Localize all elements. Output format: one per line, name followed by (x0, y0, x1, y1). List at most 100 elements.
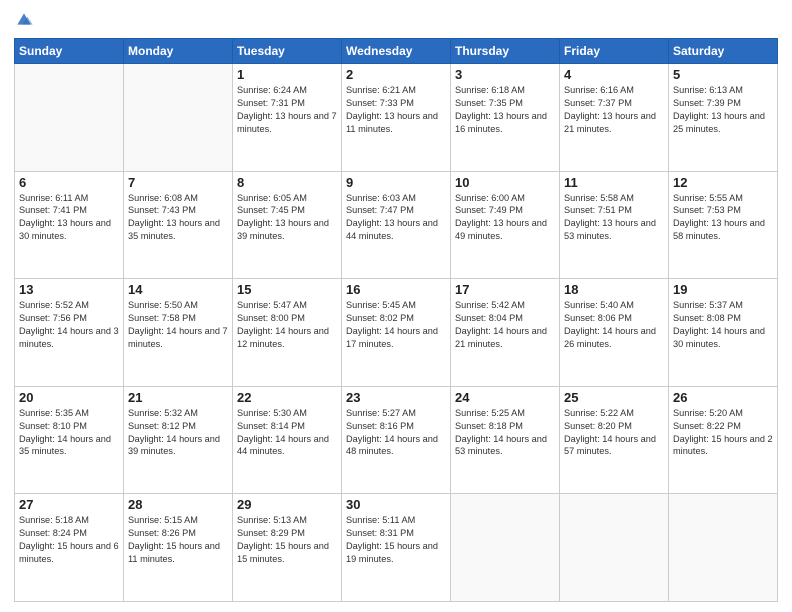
calendar-cell: 30Sunrise: 5:11 AM Sunset: 8:31 PM Dayli… (342, 494, 451, 602)
day-number: 12 (673, 175, 773, 190)
day-number: 16 (346, 282, 446, 297)
weekday-header: Friday (560, 39, 669, 64)
day-info: Sunrise: 6:05 AM Sunset: 7:45 PM Dayligh… (237, 192, 337, 244)
calendar-cell: 5 Sunrise: 6:13 AM Sunset: 7:39 PM Daylig… (669, 64, 778, 172)
calendar-table: SundayMondayTuesdayWednesdayThursdayFrid… (14, 38, 778, 602)
day-number: 24 (455, 390, 555, 405)
weekday-header: Tuesday (233, 39, 342, 64)
calendar-cell (560, 494, 669, 602)
weekday-header: Saturday (669, 39, 778, 64)
day-number: 22 (237, 390, 337, 405)
day-number: 10 (455, 175, 555, 190)
calendar-cell: 12 Sunrise: 5:55 AM Sunset: 7:53 PM Dayli… (669, 171, 778, 279)
calendar-cell: 13 Sunrise: 5:52 AM Sunset: 7:56 PM Dayli… (15, 279, 124, 387)
weekday-header: Monday (124, 39, 233, 64)
calendar-cell (15, 64, 124, 172)
calendar-cell: 3Sunrise: 6:18 AM Sunset: 7:35 PM Daylig… (451, 64, 560, 172)
calendar-cell (124, 64, 233, 172)
day-info: Sunrise: 6:08 AM Sunset: 7:43 PM Dayligh… (128, 192, 228, 244)
calendar-cell: 21 Sunrise: 5:32 AM Sunset: 8:12 PM Dayli… (124, 386, 233, 494)
day-info: Sunrise: 6:18 AM Sunset: 7:35 PM Dayligh… (455, 84, 555, 136)
day-info: Sunrise: 5:55 AM Sunset: 7:53 PM Dayligh… (673, 192, 773, 244)
calendar-week-row: 20Sunrise: 5:35 AM Sunset: 8:10 PM Dayli… (15, 386, 778, 494)
day-info: Sunrise: 5:27 AM Sunset: 8:16 PM Dayligh… (346, 407, 446, 459)
day-number: 15 (237, 282, 337, 297)
calendar-cell: 10Sunrise: 6:00 AM Sunset: 7:49 PM Dayli… (451, 171, 560, 279)
day-number: 26 (673, 390, 773, 405)
day-number: 17 (455, 282, 555, 297)
calendar-cell: 23 Sunrise: 5:27 AM Sunset: 8:16 PM Dayli… (342, 386, 451, 494)
day-info: Sunrise: 5:13 AM Sunset: 8:29 PM Dayligh… (237, 514, 337, 566)
day-number: 1 (237, 67, 337, 82)
day-info: Sunrise: 5:50 AM Sunset: 7:58 PM Dayligh… (128, 299, 228, 351)
day-number: 19 (673, 282, 773, 297)
day-number: 11 (564, 175, 664, 190)
day-info: Sunrise: 5:30 AM Sunset: 8:14 PM Dayligh… (237, 407, 337, 459)
calendar-cell: 6 Sunrise: 6:11 AM Sunset: 7:41 PM Daylig… (15, 171, 124, 279)
calendar-cell: 15 Sunrise: 5:47 AM Sunset: 8:00 PM Dayli… (233, 279, 342, 387)
day-number: 6 (19, 175, 119, 190)
page: SundayMondayTuesdayWednesdayThursdayFrid… (0, 0, 792, 612)
calendar-cell (669, 494, 778, 602)
weekday-header: Wednesday (342, 39, 451, 64)
calendar-cell: 26Sunrise: 5:20 AM Sunset: 8:22 PM Dayli… (669, 386, 778, 494)
day-info: Sunrise: 6:16 AM Sunset: 7:37 PM Dayligh… (564, 84, 664, 136)
calendar-cell: 16 Sunrise: 5:45 AM Sunset: 8:02 PM Dayli… (342, 279, 451, 387)
day-info: Sunrise: 6:11 AM Sunset: 7:41 PM Dayligh… (19, 192, 119, 244)
day-info: Sunrise: 5:15 AM Sunset: 8:26 PM Dayligh… (128, 514, 228, 566)
day-info: Sunrise: 5:18 AM Sunset: 8:24 PM Dayligh… (19, 514, 119, 566)
day-number: 2 (346, 67, 446, 82)
day-number: 21 (128, 390, 228, 405)
calendar-cell: 20Sunrise: 5:35 AM Sunset: 8:10 PM Dayli… (15, 386, 124, 494)
calendar-week-row: 27 Sunrise: 5:18 AM Sunset: 8:24 PM Dayli… (15, 494, 778, 602)
day-number: 4 (564, 67, 664, 82)
calendar-cell: 14 Sunrise: 5:50 AM Sunset: 7:58 PM Dayli… (124, 279, 233, 387)
day-info: Sunrise: 5:25 AM Sunset: 8:18 PM Dayligh… (455, 407, 555, 459)
calendar-cell: 25 Sunrise: 5:22 AM Sunset: 8:20 PM Dayli… (560, 386, 669, 494)
calendar-cell: 18Sunrise: 5:40 AM Sunset: 8:06 PM Dayli… (560, 279, 669, 387)
calendar-cell: 4 Sunrise: 6:16 AM Sunset: 7:37 PM Daylig… (560, 64, 669, 172)
day-number: 23 (346, 390, 446, 405)
calendar-week-row: 13 Sunrise: 5:52 AM Sunset: 7:56 PM Dayli… (15, 279, 778, 387)
logo-icon (14, 10, 34, 30)
day-info: Sunrise: 5:22 AM Sunset: 8:20 PM Dayligh… (564, 407, 664, 459)
day-info: Sunrise: 6:21 AM Sunset: 7:33 PM Dayligh… (346, 84, 446, 136)
day-number: 14 (128, 282, 228, 297)
day-number: 27 (19, 497, 119, 512)
calendar-cell: 24 Sunrise: 5:25 AM Sunset: 8:18 PM Dayli… (451, 386, 560, 494)
weekday-header-row: SundayMondayTuesdayWednesdayThursdayFrid… (15, 39, 778, 64)
day-info: Sunrise: 5:42 AM Sunset: 8:04 PM Dayligh… (455, 299, 555, 351)
day-info: Sunrise: 5:47 AM Sunset: 8:00 PM Dayligh… (237, 299, 337, 351)
calendar-cell: 8 Sunrise: 6:05 AM Sunset: 7:45 PM Daylig… (233, 171, 342, 279)
calendar-cell: 19 Sunrise: 5:37 AM Sunset: 8:08 PM Dayli… (669, 279, 778, 387)
day-number: 28 (128, 497, 228, 512)
day-number: 7 (128, 175, 228, 190)
calendar-cell: 27 Sunrise: 5:18 AM Sunset: 8:24 PM Dayli… (15, 494, 124, 602)
day-number: 25 (564, 390, 664, 405)
calendar-cell: 2 Sunrise: 6:21 AM Sunset: 7:33 PM Daylig… (342, 64, 451, 172)
day-info: Sunrise: 6:24 AM Sunset: 7:31 PM Dayligh… (237, 84, 337, 136)
day-info: Sunrise: 5:52 AM Sunset: 7:56 PM Dayligh… (19, 299, 119, 351)
calendar-cell: 11Sunrise: 5:58 AM Sunset: 7:51 PM Dayli… (560, 171, 669, 279)
day-info: Sunrise: 5:32 AM Sunset: 8:12 PM Dayligh… (128, 407, 228, 459)
day-number: 9 (346, 175, 446, 190)
calendar-cell: 7 Sunrise: 6:08 AM Sunset: 7:43 PM Daylig… (124, 171, 233, 279)
day-info: Sunrise: 5:40 AM Sunset: 8:06 PM Dayligh… (564, 299, 664, 351)
day-info: Sunrise: 5:11 AM Sunset: 8:31 PM Dayligh… (346, 514, 446, 566)
calendar-cell: 22 Sunrise: 5:30 AM Sunset: 8:14 PM Dayli… (233, 386, 342, 494)
calendar-cell: 28 Sunrise: 5:15 AM Sunset: 8:26 PM Dayli… (124, 494, 233, 602)
day-info: Sunrise: 5:37 AM Sunset: 8:08 PM Dayligh… (673, 299, 773, 351)
day-number: 13 (19, 282, 119, 297)
calendar-cell: 17 Sunrise: 5:42 AM Sunset: 8:04 PM Dayli… (451, 279, 560, 387)
calendar-cell (451, 494, 560, 602)
calendar-week-row: 6 Sunrise: 6:11 AM Sunset: 7:41 PM Daylig… (15, 171, 778, 279)
day-number: 29 (237, 497, 337, 512)
header (14, 10, 778, 30)
weekday-header: Sunday (15, 39, 124, 64)
day-info: Sunrise: 6:13 AM Sunset: 7:39 PM Dayligh… (673, 84, 773, 136)
day-info: Sunrise: 6:03 AM Sunset: 7:47 PM Dayligh… (346, 192, 446, 244)
day-number: 8 (237, 175, 337, 190)
day-info: Sunrise: 5:45 AM Sunset: 8:02 PM Dayligh… (346, 299, 446, 351)
calendar-cell: 29 Sunrise: 5:13 AM Sunset: 8:29 PM Dayli… (233, 494, 342, 602)
day-number: 5 (673, 67, 773, 82)
